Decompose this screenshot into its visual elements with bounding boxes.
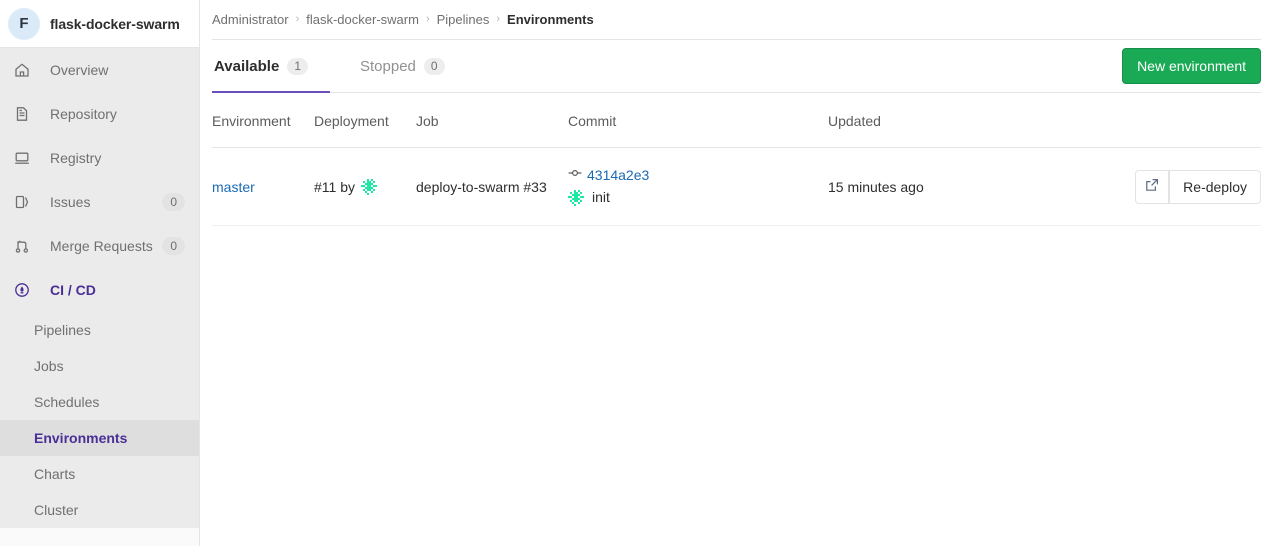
merge-request-icon — [14, 238, 30, 254]
user-identicon — [568, 189, 584, 206]
sidebar-item-label: Merge Requests — [50, 238, 153, 254]
environment-tabs-row: Available 1 Stopped 0 New environment — [212, 40, 1261, 93]
external-link-button[interactable] — [1135, 169, 1170, 204]
table-body: master #11 by deploy-to-swarm #33 4314a2… — [212, 147, 1261, 226]
sidebar-item-label: CI / CD — [50, 282, 96, 298]
column-header-commit: Commit — [568, 93, 828, 148]
sidebar-item-merge-requests[interactable]: Merge Requests 0 — [0, 224, 199, 268]
tab-available-count: 1 — [287, 57, 308, 75]
column-header-deployment: Deployment — [314, 93, 416, 148]
environment-tabs: Available 1 Stopped 0 — [212, 40, 495, 93]
issues-count-badge: 0 — [162, 193, 185, 211]
breadcrumb-current: Environments — [507, 12, 594, 27]
issues-icon — [14, 194, 30, 210]
cell-actions: Re-deploy — [1078, 147, 1261, 226]
monitor-icon — [14, 150, 30, 166]
document-icon — [14, 106, 30, 122]
breadcrumb-item-administrator[interactable]: Administrator — [212, 12, 289, 27]
deployment-number: #11 by — [314, 178, 355, 195]
sidebar-nav: Overview Repository Registry Issues 0 Me… — [0, 48, 199, 312]
sidebar-item-label: Registry — [50, 150, 102, 166]
breadcrumb-separator-icon: › — [295, 13, 300, 25]
gitlab-environments-page: F flask-docker-swarm Overview Repository… — [0, 0, 1277, 546]
row-action-button-group: Re-deploy — [1135, 169, 1261, 204]
sidebar-item-label: Issues — [50, 194, 91, 210]
external-link-icon — [1145, 178, 1159, 195]
table-header: Environment Deployment Job Commit Update… — [212, 93, 1261, 148]
sidebar-item-label: Overview — [50, 62, 109, 78]
breadcrumb: Administrator › flask-docker-swarm › Pip… — [212, 0, 1261, 40]
sidebar-item-issues[interactable]: Issues 0 — [0, 180, 199, 224]
redeploy-button[interactable]: Re-deploy — [1169, 169, 1261, 204]
sidebar-item-cluster[interactable]: Cluster — [0, 492, 199, 528]
sidebar-item-cicd[interactable]: CI / CD — [0, 268, 199, 312]
sidebar-project-header[interactable]: F flask-docker-swarm — [0, 0, 199, 48]
sidebar-item-charts[interactable]: Charts — [0, 456, 199, 492]
commit-icon — [568, 166, 582, 185]
updated-timestamp: 15 minutes ago — [828, 178, 924, 195]
sidebar-item-label: Repository — [50, 106, 117, 122]
column-header-job: Job — [416, 93, 568, 148]
project-name: flask-docker-swarm — [50, 15, 180, 32]
new-environment-button[interactable]: New environment — [1122, 48, 1261, 84]
column-header-actions — [1078, 93, 1261, 148]
column-header-updated: Updated — [828, 93, 1078, 148]
tab-stopped-label: Stopped — [360, 57, 416, 75]
sidebar-item-schedules[interactable]: Schedules — [0, 384, 199, 420]
breadcrumb-separator-icon: › — [425, 13, 430, 25]
rocket-icon — [14, 282, 30, 298]
job-name[interactable]: deploy-to-swarm #33 — [416, 179, 547, 195]
cicd-submenu: Pipelines Jobs Schedules Environments Ch… — [0, 312, 199, 528]
tab-available-label: Available — [214, 57, 280, 75]
sidebar-item-pipelines[interactable]: Pipelines — [0, 312, 199, 348]
cell-updated: 15 minutes ago — [828, 147, 1078, 226]
breadcrumb-separator-icon: › — [496, 13, 501, 25]
commit-sha-link[interactable]: 4314a2e3 — [587, 166, 649, 185]
cell-deployment: #11 by — [314, 147, 416, 226]
sidebar-item-environments[interactable]: Environments — [0, 420, 199, 456]
commit-message[interactable]: init — [592, 188, 610, 207]
cell-environment: master — [212, 147, 314, 226]
project-avatar: F — [8, 7, 40, 40]
sidebar-item-repository[interactable]: Repository — [0, 92, 199, 136]
breadcrumb-item-project[interactable]: flask-docker-swarm — [306, 12, 419, 27]
merge-requests-count-badge: 0 — [162, 237, 185, 255]
tab-stopped-count: 0 — [423, 57, 445, 75]
sidebar-item-jobs[interactable]: Jobs — [0, 348, 199, 384]
breadcrumb-item-pipelines[interactable]: Pipelines — [437, 12, 490, 27]
tab-stopped[interactable]: Stopped 0 — [358, 40, 467, 92]
column-header-environment: Environment — [212, 93, 314, 148]
cell-commit: 4314a2e3 init — [568, 147, 828, 226]
environments-table: Environment Deployment Job Commit Update… — [212, 93, 1261, 226]
table-header-row: Environment Deployment Job Commit Update… — [212, 93, 1261, 148]
home-icon — [14, 62, 30, 78]
tab-available[interactable]: Available 1 — [212, 40, 330, 93]
project-sidebar: F flask-docker-swarm Overview Repository… — [0, 0, 200, 546]
main-content: Administrator › flask-docker-swarm › Pip… — [200, 0, 1277, 546]
sidebar-item-overview[interactable]: Overview — [0, 48, 199, 92]
table-row: master #11 by deploy-to-swarm #33 4314a2… — [212, 147, 1261, 226]
environment-name-link[interactable]: master — [212, 179, 255, 195]
sidebar-item-registry[interactable]: Registry — [0, 136, 199, 180]
user-identicon — [361, 178, 377, 195]
cell-job: deploy-to-swarm #33 — [416, 147, 568, 226]
